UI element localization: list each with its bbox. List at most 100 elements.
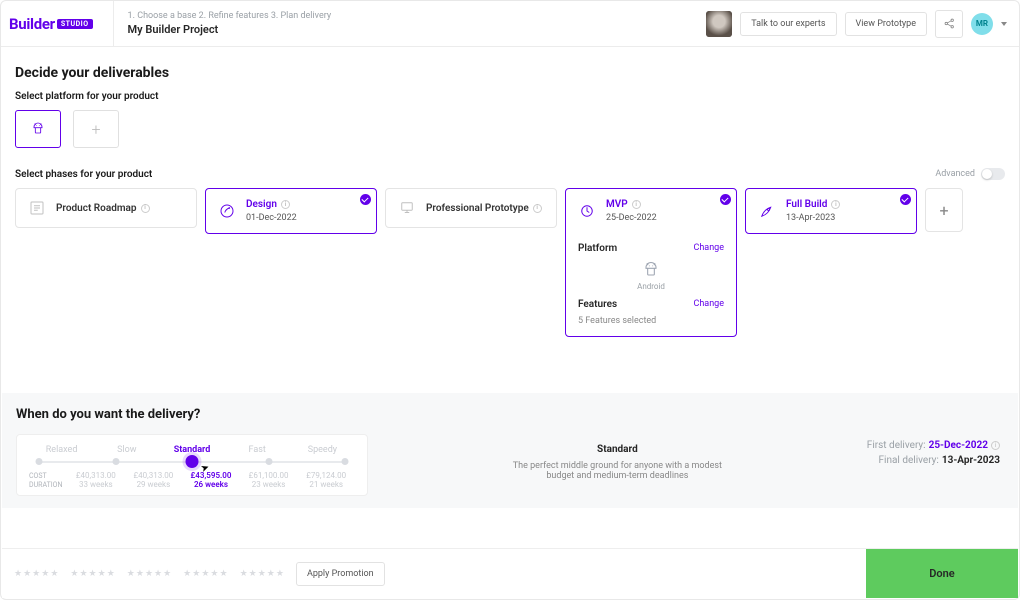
user-menu-caret[interactable] (1001, 22, 1007, 26)
phase-card-roadmap[interactable]: Product Roadmap i (15, 188, 197, 228)
add-platform-button[interactable]: + (73, 110, 119, 148)
mvp-platform-label: Platform (578, 243, 617, 254)
advanced-toggle-group: Advanced (935, 168, 1005, 180)
rating-item: ★★★★★ (240, 569, 284, 579)
phase-name: Professional Prototype (426, 203, 529, 214)
cost-value: £61,100.00 (240, 471, 298, 480)
prototype-icon (398, 199, 416, 217)
android-icon (641, 260, 661, 280)
speed-label[interactable]: Fast (225, 445, 290, 455)
speed-label[interactable]: Slow (94, 445, 159, 455)
duration-value: 29 weeks (125, 480, 183, 489)
duration-row-label: DURATION (29, 481, 67, 489)
phase-name: MVP (606, 199, 628, 210)
rocket-icon (758, 202, 776, 220)
top-right-actions: Talk to our experts View Prototype MR (706, 10, 1007, 38)
rating-item: ★★★★★ (127, 569, 171, 579)
check-icon (360, 194, 371, 205)
cost-value-selected: £43,595.00 (182, 471, 240, 480)
cost-value: £79,124.00 (297, 471, 355, 480)
slider-value-rows: COST £40,313.00 £40,313.00 £43,595.00 £6… (29, 471, 355, 489)
bottom-bar: ★★★★★ ★★★★★ ★★★★★ ★★★★★ ★★★★★ Apply Prom… (2, 548, 1018, 598)
mvp-platform-icon-block: Android (578, 260, 724, 291)
phase-name: Product Roadmap (56, 203, 137, 214)
share-icon (943, 17, 956, 30)
speed-slider-track[interactable]: ➤ (39, 461, 345, 463)
cost-value: £40,313.00 (125, 471, 183, 480)
android-icon (30, 121, 46, 137)
phases-header: Select phases for your product Advanced (15, 168, 1005, 180)
phase-card-prototype[interactable]: Professional Prototype i (385, 188, 557, 228)
plus-icon: + (91, 120, 100, 139)
duration-value: 21 weeks (297, 480, 355, 489)
platform-row: + (15, 110, 1005, 148)
info-icon[interactable]: i (141, 204, 150, 213)
top-bar: Builder STUDIO 1. Choose a base 2. Refin… (1, 1, 1019, 47)
speed-label[interactable]: Relaxed (29, 445, 94, 455)
info-icon[interactable]: i (533, 204, 542, 213)
duration-value-selected: 26 weeks (182, 480, 240, 489)
phase-card-mvp[interactable]: MVP i 25-Dec-2022 Platform Change Android… (565, 188, 737, 337)
phase-card-fullbuild[interactable]: Full Build i 13-Apr-2023 (745, 188, 917, 234)
mvp-features-summary: 5 Features selected (578, 316, 724, 326)
mvp-icon (578, 202, 596, 220)
final-delivery-label: Final delivery: (878, 455, 938, 466)
phase-date: 13-Apr-2023 (786, 213, 840, 223)
main-content: Decide your deliverables Select platform… (1, 47, 1019, 337)
speed-label[interactable]: Speedy (290, 445, 355, 455)
mvp-features-label: Features (578, 299, 617, 310)
done-button[interactable]: Done (866, 549, 1018, 598)
ratings-row: ★★★★★ ★★★★★ ★★★★★ ★★★★★ ★★★★★ Apply Prom… (2, 562, 866, 586)
slider-stop[interactable] (342, 458, 349, 465)
speed-labels: Relaxed Slow Standard Fast Speedy (29, 445, 355, 455)
slider-knob[interactable] (186, 455, 199, 468)
deliverables-title: Decide your deliverables (15, 65, 1005, 81)
first-delivery-date: 25-Dec-2022 (929, 440, 988, 451)
rating-item: ★★★★★ (14, 569, 58, 579)
check-icon (900, 194, 911, 205)
plan-name: Standard (386, 444, 849, 455)
duration-value: 33 weeks (67, 480, 125, 489)
phase-date: 25-Dec-2022 (606, 213, 657, 223)
talk-to-experts-button[interactable]: Talk to our experts (740, 12, 836, 36)
roadmap-icon (28, 199, 46, 217)
project-title: My Builder Project (128, 23, 693, 36)
phase-row: Product Roadmap i Designi 01-Dec-2022 (15, 188, 1005, 337)
mvp-platform-name: Android (637, 282, 665, 291)
phase-card-design[interactable]: Designi 01-Dec-2022 (205, 188, 377, 234)
rating-item: ★★★★★ (70, 569, 114, 579)
logo-badge: STUDIO (57, 19, 93, 29)
plan-description: Standard The perfect middle ground for a… (386, 434, 849, 481)
wizard-steps: 1. Choose a base 2. Refine features 3. P… (128, 11, 693, 21)
cost-row-label: COST (29, 472, 67, 480)
share-button[interactable] (935, 10, 963, 38)
mvp-platform-change-link[interactable]: Change (693, 243, 724, 253)
slider-stop[interactable] (265, 458, 272, 465)
slider-stop[interactable] (36, 458, 43, 465)
view-prototype-button[interactable]: View Prototype (845, 12, 927, 36)
info-icon[interactable]: i (632, 200, 641, 209)
mvp-features-change-link[interactable]: Change (693, 299, 724, 309)
info-icon[interactable]: i (831, 200, 840, 209)
platform-tile-android[interactable] (15, 110, 61, 148)
info-icon[interactable]: i (991, 441, 1000, 450)
delivery-section: When do you want the delivery? Relaxed S… (2, 393, 1018, 508)
apply-promotion-button[interactable]: Apply Promotion (296, 562, 385, 586)
user-avatar[interactable]: MR (971, 13, 993, 35)
plan-text: The perfect middle ground for anyone wit… (502, 461, 732, 481)
phase-name: Full Build (786, 199, 827, 210)
phase-name: Design (246, 199, 277, 210)
slider-stop[interactable] (112, 458, 119, 465)
speed-label-selected[interactable]: Standard (159, 445, 224, 455)
add-phase-button[interactable]: + (925, 188, 963, 232)
duration-value: 23 weeks (240, 480, 298, 489)
advanced-label: Advanced (935, 169, 975, 179)
logo-text: Builder (9, 15, 55, 33)
delivery-dates: First delivery: 25-Dec-2022 i Final deli… (867, 434, 1004, 470)
logo[interactable]: Builder STUDIO (1, 1, 114, 46)
delivery-title: When do you want the delivery? (16, 407, 1004, 422)
info-icon[interactable]: i (281, 200, 290, 209)
advanced-toggle[interactable] (981, 168, 1005, 180)
design-icon (218, 202, 236, 220)
rating-item: ★★★★★ (183, 569, 227, 579)
